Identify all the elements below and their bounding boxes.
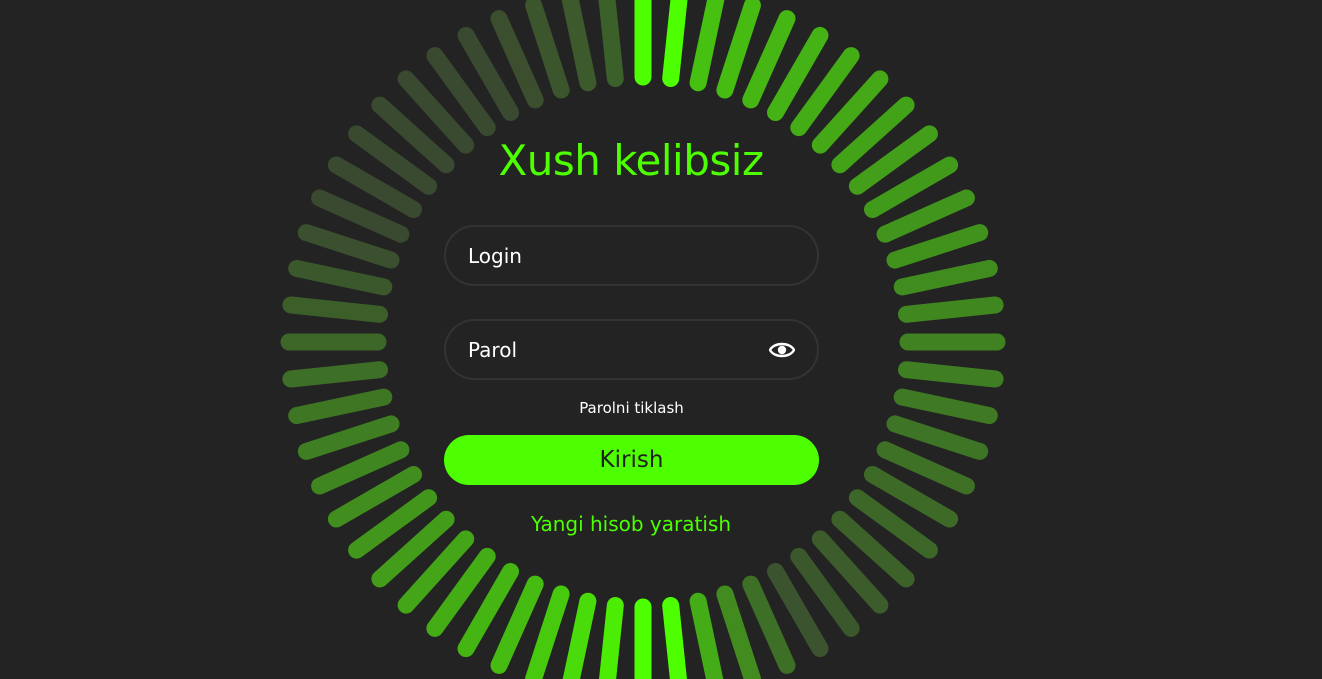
ring-segment (689, 592, 724, 679)
ring-segment (886, 224, 989, 269)
ring-segment (599, 597, 624, 679)
ring-segment (297, 224, 400, 269)
ring-segment (893, 259, 998, 296)
ring-segment (282, 361, 388, 388)
ring-segment (898, 296, 1004, 323)
login-page: Xush kelibsiz Parolni tiklash Kirish Yan… (0, 0, 1322, 679)
login-button[interactable]: Kirish (444, 435, 819, 485)
ring-segment (598, 0, 624, 87)
ring-segment (288, 259, 393, 296)
ring-segment (662, 0, 688, 87)
ring-segment (297, 415, 400, 460)
ring-segment (525, 0, 570, 99)
ring-segment (561, 0, 597, 92)
login-input[interactable] (468, 227, 768, 284)
login-field-wrapper (444, 225, 819, 286)
ring-segment (898, 361, 1004, 388)
reset-password-link[interactable]: Parolni tiklash (444, 399, 819, 417)
ring-segment (288, 388, 393, 425)
create-account-link[interactable]: Yangi hisob yaratish (431, 512, 831, 536)
ring-segment (282, 296, 388, 323)
ring-segment (716, 0, 761, 99)
ring-segment (689, 0, 725, 92)
eye-icon[interactable] (769, 338, 795, 362)
password-input[interactable] (468, 321, 768, 378)
password-field-wrapper (444, 319, 819, 380)
ring-segment (525, 585, 570, 679)
ring-segment (716, 585, 761, 679)
page-title: Xush kelibsiz (498, 136, 764, 185)
ring-segment (886, 415, 989, 460)
ring-segment (562, 592, 597, 679)
ring-segment (662, 597, 687, 679)
ring-segment (893, 388, 998, 425)
